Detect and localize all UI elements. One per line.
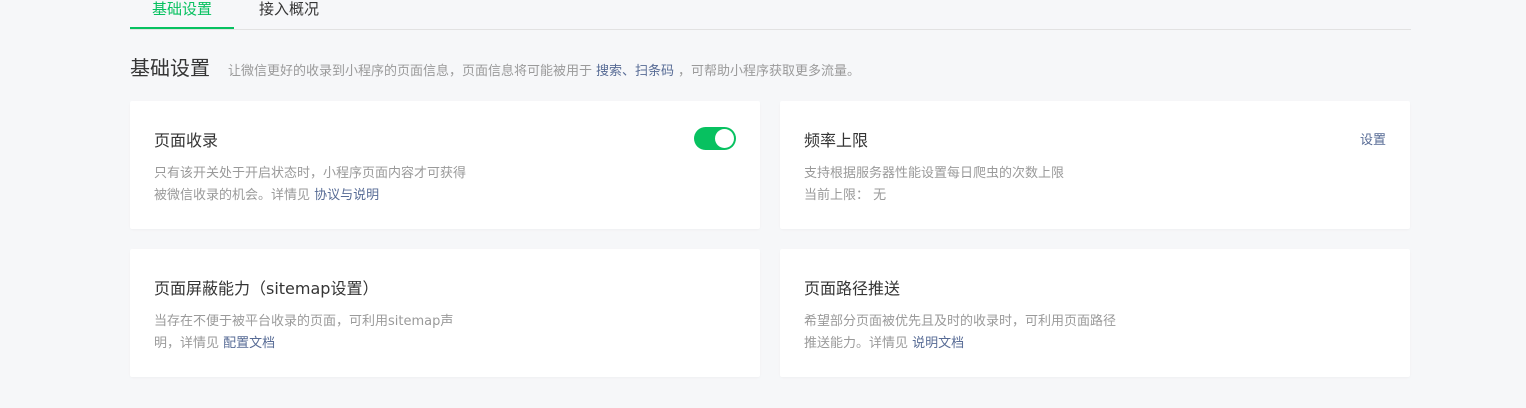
rate-limit-settings-link[interactable]: 设置 bbox=[1360, 129, 1386, 148]
sitemap-title: 页面屏蔽能力（sitemap设置） bbox=[154, 279, 379, 298]
path-push-desc-line1: 希望部分页面被优先且及时的收录时，可利用页面路径 bbox=[804, 314, 1117, 329]
rate-limit-card: 频率上限 设置 支持根据服务器性能设置每日爬虫的次数上限 当前上限： 无 bbox=[780, 101, 1410, 229]
sitemap-card: 页面屏蔽能力（sitemap设置） 当存在不便于被平台收录的页面，可利用site… bbox=[130, 249, 760, 377]
sitemap-desc-line2: 明，详情见 配置文档 bbox=[154, 333, 453, 355]
page-title: 基础设置 bbox=[130, 56, 210, 80]
current-limit-text: 当前上限： 无 bbox=[804, 188, 887, 203]
toggle-knob bbox=[715, 129, 734, 148]
page-index-description: 只有该开关处于开启状态时，小程序页面内容才可获得 被微信收录的机会。详情见 协议… bbox=[154, 163, 466, 207]
tab-basic-settings[interactable]: 基础设置 bbox=[130, 0, 234, 29]
path-push-description: 希望部分页面被优先且及时的收录时，可利用页面路径 推送能力。详情见 说明文档 bbox=[804, 311, 1116, 355]
page-index-title: 页面收录 bbox=[154, 131, 219, 150]
section-description: 让微信更好的收录到小程序的页面信息，页面信息将可能被用于 搜索、扫条码 ，可帮助小程… bbox=[228, 60, 860, 79]
config-doc-link[interactable]: 配置文档 bbox=[223, 336, 275, 351]
section-desc-suffix: ，可帮助小程序获取更多流量。 bbox=[678, 64, 861, 79]
page-index-card: 页面收录 只有该开关处于开启状态时，小程序页面内容才可获得 被微信收录的机会。详… bbox=[130, 101, 760, 229]
sitemap-description: 当存在不便于被平台收录的页面，可利用sitemap声 明，详情见 配置文档 bbox=[154, 311, 453, 355]
page-index-desc-line2-text: 被微信收录的机会。详情见 bbox=[154, 188, 311, 203]
sitemap-desc-line1: 当存在不便于被平台收录的页面，可利用sitemap声 bbox=[154, 314, 454, 329]
path-push-desc-line2-text: 推送能力。详情见 bbox=[804, 336, 909, 351]
page-index-desc-line1: 只有该开关处于开启状态时，小程序页面内容才可获得 bbox=[154, 166, 467, 181]
page-index-toggle[interactable] bbox=[694, 127, 736, 150]
rate-limit-description: 支持根据服务器性能设置每日爬虫的次数上限 当前上限： 无 bbox=[804, 163, 1064, 207]
protocol-link[interactable]: 协议与说明 bbox=[314, 188, 379, 203]
page-index-desc-line2: 被微信收录的机会。详情见 协议与说明 bbox=[154, 185, 466, 207]
path-push-title: 页面路径推送 bbox=[804, 279, 901, 298]
path-push-desc-line2: 推送能力。详情见 说明文档 bbox=[804, 333, 1116, 355]
tab-access-overview[interactable]: 接入概况 bbox=[254, 0, 324, 29]
rate-limit-title: 频率上限 bbox=[804, 131, 869, 150]
search-scan-link[interactable]: 搜索、扫条码 bbox=[596, 64, 674, 79]
path-push-card: 页面路径推送 希望部分页面被优先且及时的收录时，可利用页面路径 推送能力。详情见… bbox=[780, 249, 1410, 377]
section-desc-prefix: 让微信更好的收录到小程序的页面信息，页面信息将可能被用于 bbox=[228, 64, 593, 79]
sitemap-desc-line2-text: 明，详情见 bbox=[154, 336, 220, 351]
rate-limit-desc-line1: 支持根据服务器性能设置每日爬虫的次数上限 bbox=[804, 166, 1065, 181]
section-header: 基础设置 让微信更好的收录到小程序的页面信息，页面信息将可能被用于 搜索、扫条码 ，… bbox=[130, 52, 860, 82]
tab-bar: 基础设置 接入概况 bbox=[130, 0, 1411, 30]
doc-link[interactable]: 说明文档 bbox=[912, 336, 964, 351]
